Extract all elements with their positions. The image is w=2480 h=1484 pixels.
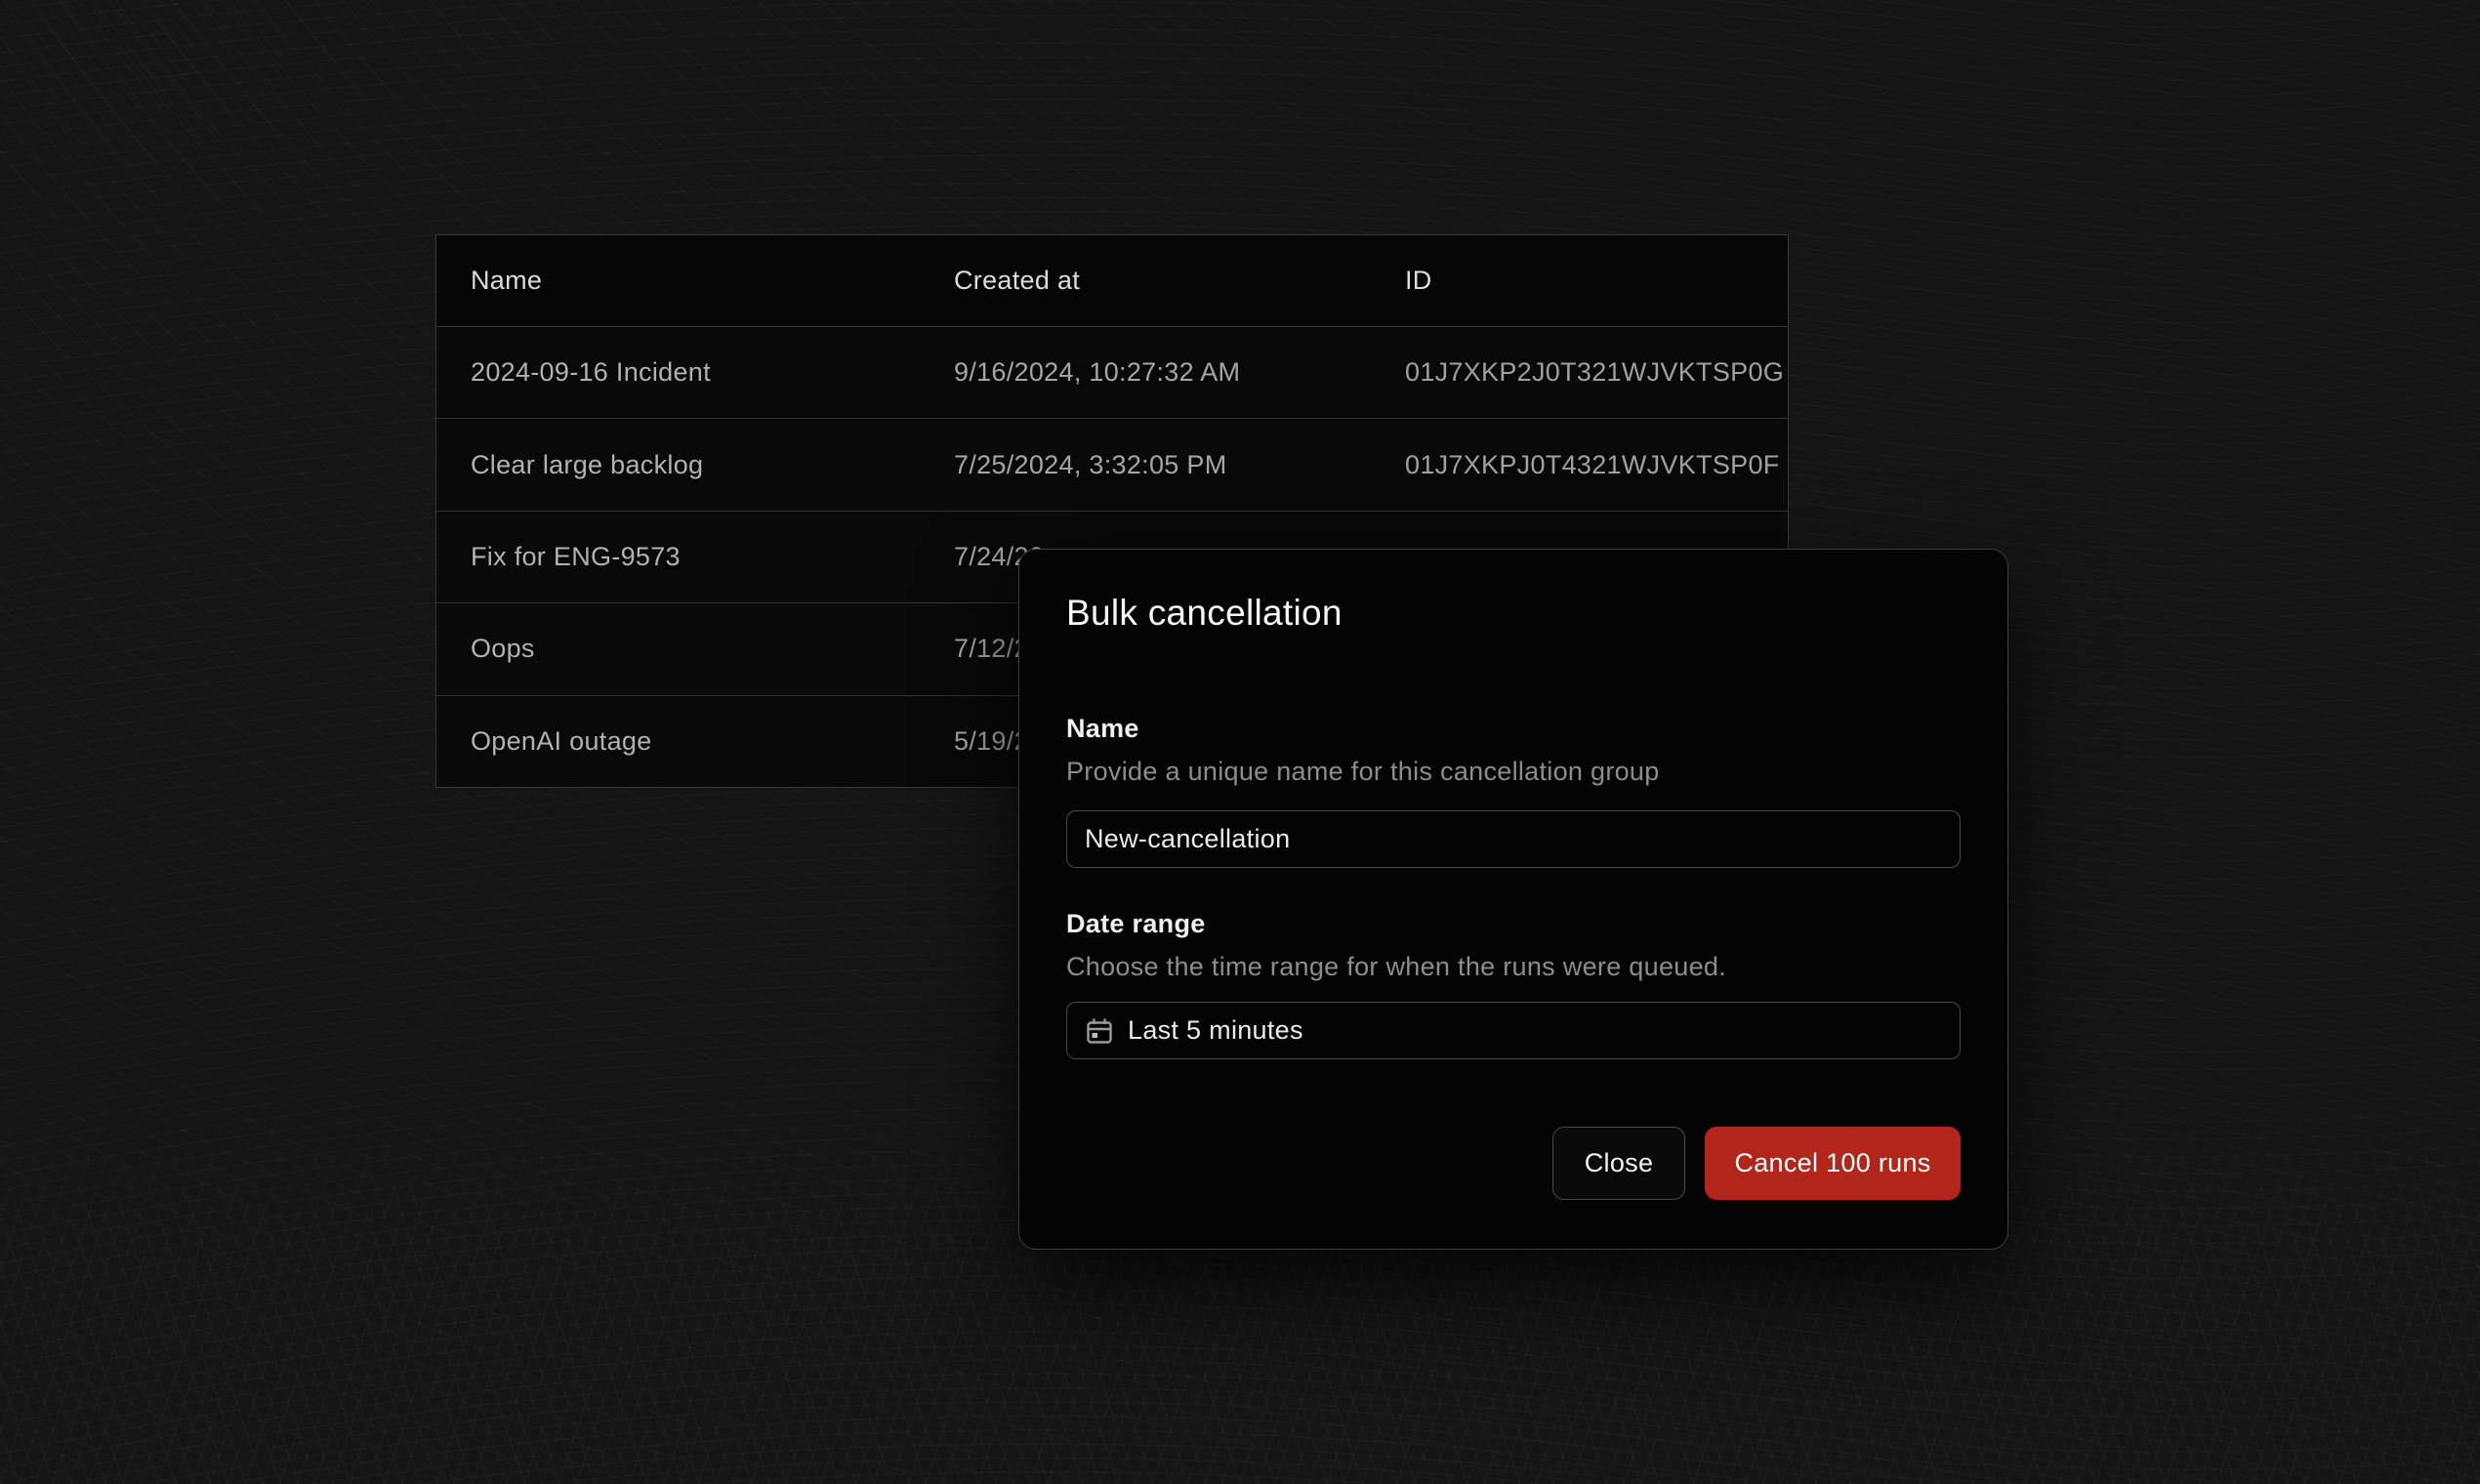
date-range-value: Last 5 minutes xyxy=(1128,1015,1303,1046)
cancel-runs-button[interactable]: Cancel 100 runs xyxy=(1705,1127,1961,1200)
cell-id: 01J7XKP2J0T321WJVKTSP0G xyxy=(1371,327,1788,418)
column-header-id: ID xyxy=(1371,235,1788,326)
cell-name: Oops xyxy=(436,603,920,694)
date-range-field-description: Choose the time range for when the runs … xyxy=(1066,952,1726,982)
cell-name: Clear large backlog xyxy=(436,419,920,510)
dialog-title: Bulk cancellation xyxy=(1066,593,1343,634)
calendar-icon xyxy=(1085,1016,1114,1046)
name-field-description: Provide a unique name for this cancellat… xyxy=(1066,757,1660,787)
date-range-select[interactable]: Last 5 minutes xyxy=(1066,1002,1961,1059)
close-button[interactable]: Close xyxy=(1552,1127,1685,1200)
cell-id: 01J7XKPJ0T4321WJVKTSP0F xyxy=(1371,419,1788,510)
table-header-row: Name Created at ID xyxy=(436,235,1788,326)
column-header-name: Name xyxy=(436,235,920,326)
cell-created-at: 9/16/2024, 10:27:32 AM xyxy=(920,327,1371,418)
name-field-label: Name xyxy=(1066,714,1139,744)
cell-name: OpenAI outage xyxy=(436,696,920,787)
table-row[interactable]: Clear large backlog 7/25/2024, 3:32:05 P… xyxy=(436,418,1788,510)
bulk-cancellation-dialog: Bulk cancellation Name Provide a unique … xyxy=(1018,549,2008,1250)
dialog-footer: Close Cancel 100 runs xyxy=(1552,1127,1961,1200)
cell-name: Fix for ENG-9573 xyxy=(436,512,920,602)
cell-created-at: 7/25/2024, 3:32:05 PM xyxy=(920,419,1371,510)
table-row[interactable]: 2024-09-16 Incident 9/16/2024, 10:27:32 … xyxy=(436,326,1788,418)
cancellation-name-input[interactable] xyxy=(1066,810,1961,868)
date-range-field-label: Date range xyxy=(1066,909,1206,939)
cell-name: 2024-09-16 Incident xyxy=(436,327,920,418)
column-header-created-at: Created at xyxy=(920,235,1371,326)
